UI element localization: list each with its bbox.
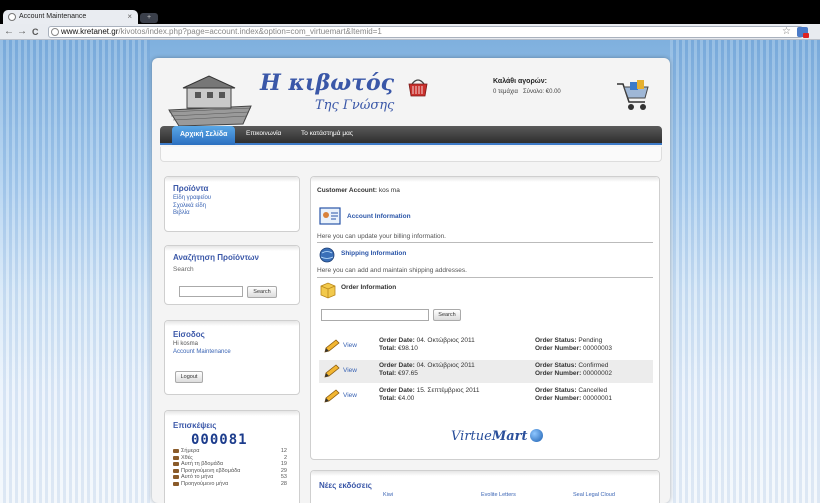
products-title: Προϊόντα xyxy=(173,184,209,193)
new-releases-module: Νέες εκδόσεις Kiwi Evolite Letters Seal … xyxy=(310,470,660,503)
pencil-icon xyxy=(324,339,340,353)
logout-button[interactable]: Logout xyxy=(175,371,203,383)
view-order-link[interactable]: View xyxy=(343,367,357,374)
category-link-office[interactable]: Είδη γραφείου xyxy=(165,195,299,203)
shipping-information-link[interactable]: Shipping Information xyxy=(341,250,406,257)
site-title: Η κιβωτός xyxy=(260,70,395,96)
order-search-input[interactable] xyxy=(321,309,429,321)
divider xyxy=(317,242,653,243)
browser-chrome: Account Maintenance × + ← → C www.kretan… xyxy=(0,0,820,40)
account-card-icon xyxy=(319,207,341,225)
background-stripes-left xyxy=(0,40,150,503)
stat-icon xyxy=(173,468,179,473)
close-tab-icon[interactable]: × xyxy=(127,12,132,21)
view-order-link[interactable]: View xyxy=(343,342,357,349)
ark-logo-icon[interactable] xyxy=(165,72,255,130)
browser-tab[interactable]: Account Maintenance × xyxy=(3,10,138,24)
stat-icon xyxy=(173,449,179,453)
order-information-title: Order Information xyxy=(341,284,397,291)
category-link-school[interactable]: Σχολικά είδη xyxy=(165,203,299,211)
main-menu: Αρχική Σελίδα Επικοινωνία Το κατάστημά μ… xyxy=(160,126,662,145)
category-link-books[interactable]: Βιβλία xyxy=(165,210,299,218)
visit-stat-row: Προηγούμενο μήνα 28 xyxy=(165,481,299,488)
pencil-icon xyxy=(324,389,340,403)
account-information-link[interactable]: Account Information xyxy=(347,213,411,220)
visits-title: Επισκέψεις xyxy=(173,421,217,430)
login-module: Είσοδος Hi kosma Account Maintenance Log… xyxy=(164,320,300,395)
stat-icon xyxy=(173,481,179,486)
new-release-link[interactable]: Evolite Letters xyxy=(481,492,516,498)
view-order-link[interactable]: View xyxy=(343,392,357,399)
shipping-globe-icon xyxy=(319,247,335,263)
browser-toolbar: ← → C www.kretanet.gr/kivotos/index.php?… xyxy=(0,24,820,40)
login-title: Είσοδος xyxy=(173,330,205,339)
account-information-desc: Here you can update your billing informa… xyxy=(317,233,446,240)
customer-label: Customer Account: xyxy=(317,187,378,194)
products-module: Προϊόντα Είδη γραφείου Σχολικά είδη Βιβλ… xyxy=(164,176,300,232)
product-search-title: Αναζήτηση Προϊόντων xyxy=(173,253,259,262)
page-icon xyxy=(51,28,59,36)
site-container: Η κιβωτός Της Γνώσης Καλάθι αγορών: 0 τε… xyxy=(152,58,670,503)
order-row: View Order Date: 15. Σεπτέμβριος 2011 To… xyxy=(319,385,653,408)
tab-title: Account Maintenance xyxy=(19,13,87,20)
page-background: Η κιβωτός Της Γνώσης Καλάθι αγορών: 0 τε… xyxy=(0,40,820,503)
order-status-number: Order Status: Pending Order Number: 0000… xyxy=(535,337,612,352)
background-stripes-right xyxy=(670,40,820,503)
menu-item-store[interactable]: Το κατάστημά μας xyxy=(301,130,353,137)
visits-module: Επισκέψεις 000081 Σήμερα 12 Χθές 2 Αυτή τη… xyxy=(164,410,300,503)
shipping-information-desc: Here you can add and maintain shipping a… xyxy=(317,267,467,274)
product-search-module: Αναζήτηση Προϊόντων Search Search xyxy=(164,245,300,305)
order-date-total: Order Date: 04. Οκτώβριος 2011 Total: €9… xyxy=(379,362,475,377)
shopping-basket-icon xyxy=(408,79,428,97)
new-release-link[interactable]: Kiwi xyxy=(383,492,393,498)
order-search-button[interactable]: Search xyxy=(433,309,461,321)
customer-name: kos ma xyxy=(378,187,400,194)
order-box-icon xyxy=(320,282,336,299)
globe-icon xyxy=(8,13,16,21)
order-date-total: Order Date: 15. Σεπτέμβριος 2011 Total: … xyxy=(379,387,480,402)
search-label: Search xyxy=(173,266,194,273)
site-subtitle: Της Γνώσης xyxy=(315,98,395,113)
customer-account: Customer Account: kos ma xyxy=(317,187,400,194)
order-row: View Order Date: 04. Οκτώβριος 2011 Tota… xyxy=(319,360,653,383)
divider xyxy=(317,277,653,278)
back-button[interactable]: ← xyxy=(4,26,14,38)
stat-icon xyxy=(173,455,179,460)
product-search-button[interactable]: Search xyxy=(247,286,277,298)
new-tab-button[interactable]: + xyxy=(140,13,158,23)
address-bar[interactable]: www.kretanet.gr/kivotos/index.php?page=a… xyxy=(48,26,803,38)
bookmark-star-icon[interactable]: ☆ xyxy=(782,26,791,37)
url-domain: www.kretanet.gr xyxy=(61,27,119,36)
order-status-number: Order Status: Cancelled Order Number: 00… xyxy=(535,387,612,402)
cart-summary: 0 τεμάχια Σύνολο: €0.00 xyxy=(493,89,561,95)
extension-badge xyxy=(803,33,809,38)
login-greeting: Hi kosma xyxy=(173,341,199,347)
account-content: Customer Account: kos ma Account Informa… xyxy=(310,176,660,460)
sub-menu-bar xyxy=(160,147,662,162)
new-release-link[interactable]: Seal Legal Cloud xyxy=(573,492,615,498)
virtuemart-logo[interactable]: VirtueMart xyxy=(451,429,543,444)
product-search-input[interactable] xyxy=(179,286,243,297)
visit-counter: 000081 xyxy=(191,432,248,448)
forward-button[interactable]: → xyxy=(17,26,27,38)
order-date-total: Order Date: 04. Οκτώβριος 2011 Total: €9… xyxy=(379,337,475,352)
menu-item-home[interactable]: Αρχική Σελίδα xyxy=(172,126,236,145)
url-path: /kivotos/index.php?page=account.index&op… xyxy=(118,27,382,36)
pencil-icon xyxy=(324,364,340,378)
reload-button[interactable]: C xyxy=(32,26,39,38)
order-row: View Order Date: 04. Οκτώβριος 2011 Tota… xyxy=(319,335,653,358)
shopping-cart-icon[interactable] xyxy=(615,78,651,112)
globe-icon xyxy=(529,429,543,442)
order-status-number: Order Status: Confirmed Order Number: 00… xyxy=(535,362,612,377)
stat-icon xyxy=(173,475,179,479)
stat-icon xyxy=(173,462,179,466)
cart-title: Καλάθι αγορών: xyxy=(493,78,547,85)
cart-total: Σύνολο: €0.00 xyxy=(522,89,561,95)
cart-items: 0 τεμάχια xyxy=(493,89,518,95)
account-maintenance-link[interactable]: Account Maintenance xyxy=(165,349,299,357)
menu-item-contact[interactable]: Επικοινωνία xyxy=(246,130,281,137)
new-releases-title: Νέες εκδόσεις xyxy=(319,481,372,490)
